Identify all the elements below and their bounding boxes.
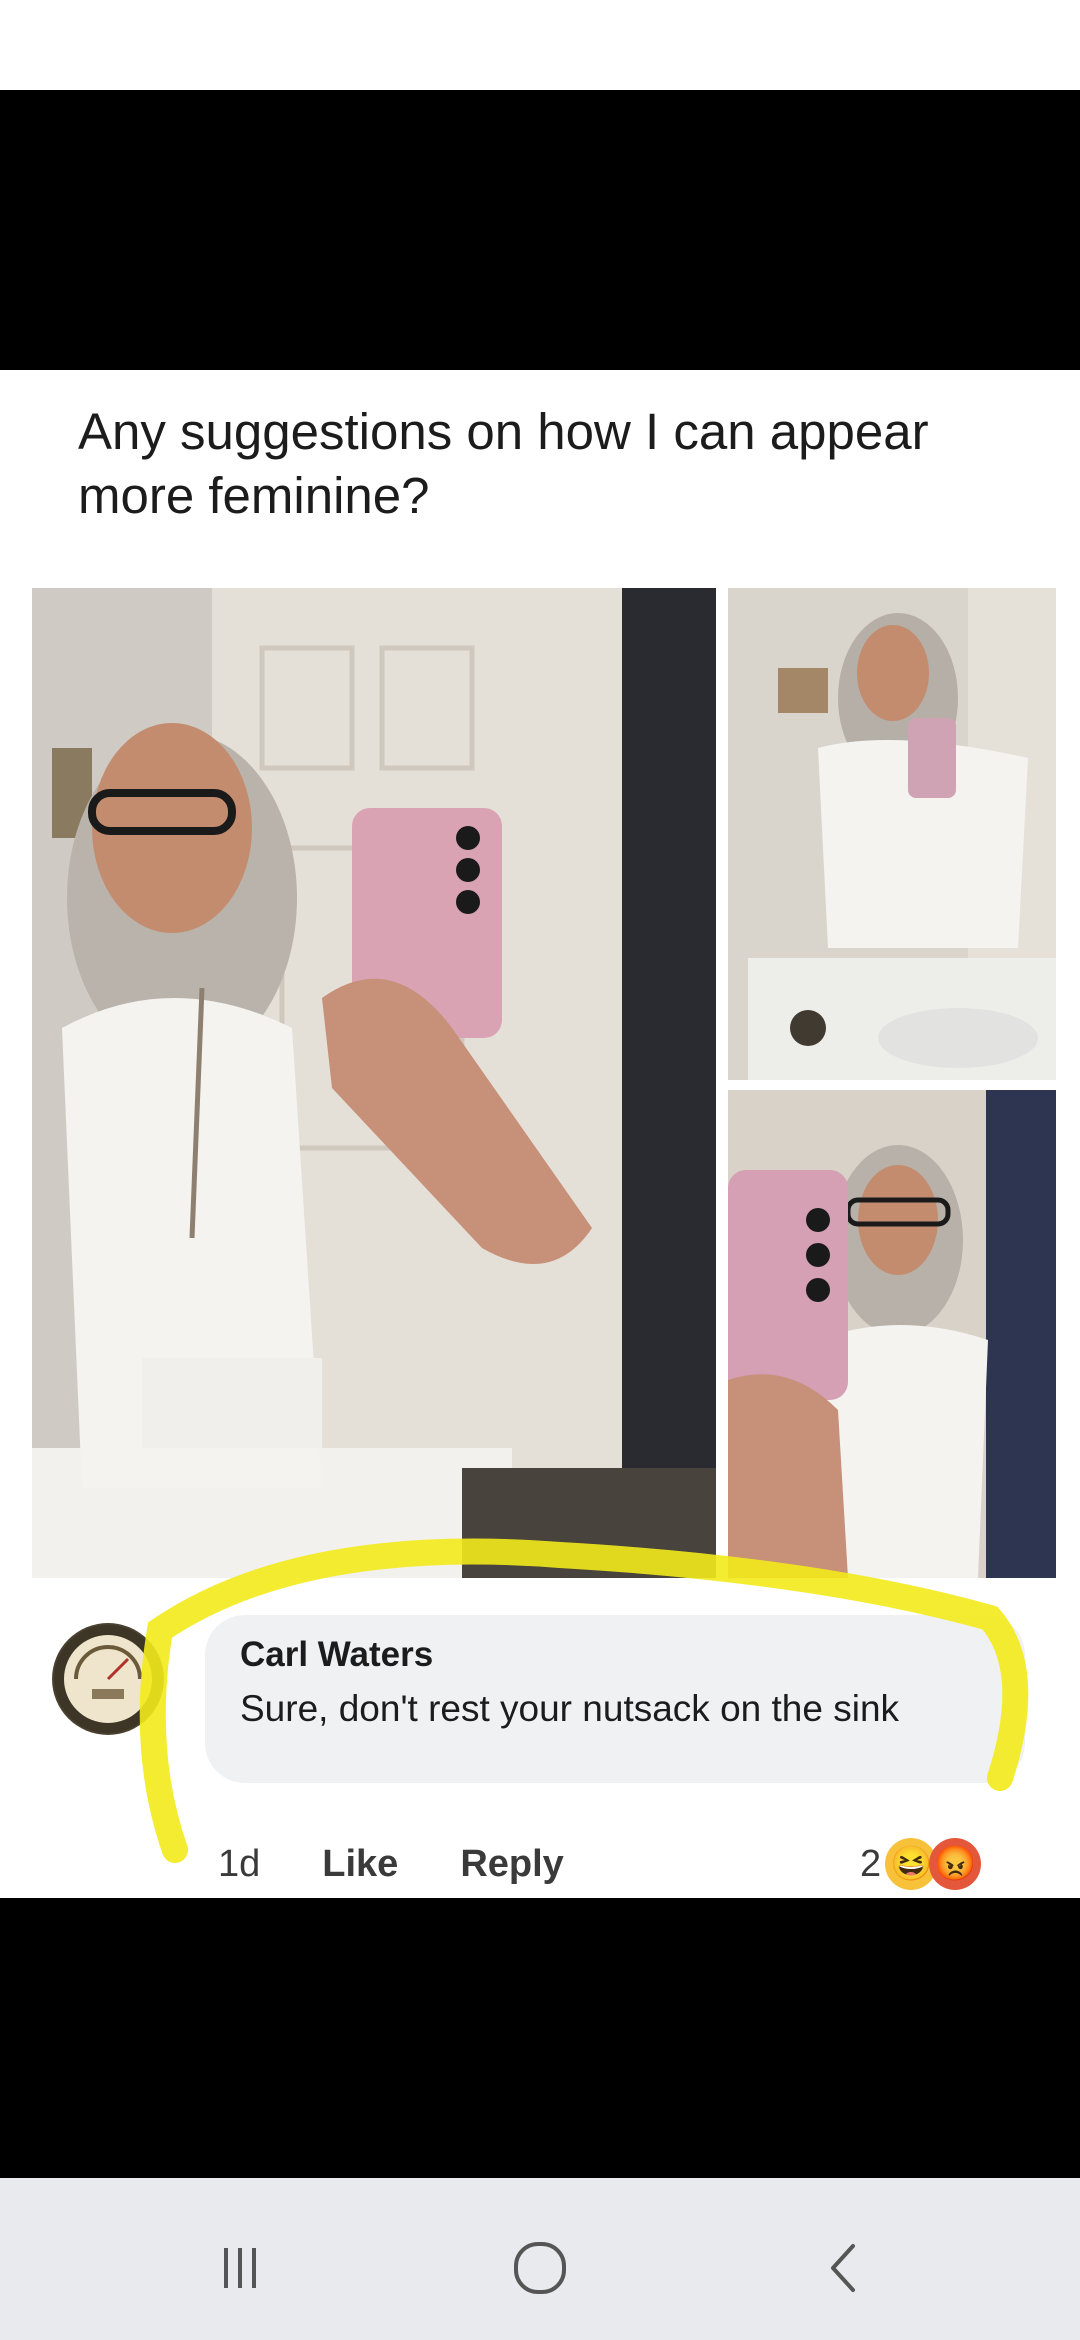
- top-letterbox: [0, 90, 1080, 370]
- comment-bubble: Carl Waters Sure, don't rest your nutsac…: [205, 1615, 1025, 1783]
- status-bar-area: [0, 0, 1080, 90]
- secondary-selfie-photo-1[interactable]: [728, 588, 1056, 1080]
- commenter-avatar[interactable]: [52, 1623, 164, 1735]
- reaction-count: 2: [860, 1842, 882, 1885]
- comment-text: Sure, don't rest your nutsack on the sin…: [240, 1688, 900, 1729]
- home-icon: [514, 2242, 566, 2294]
- angry-emoji-icon: 😡: [929, 1838, 982, 1890]
- secondary-selfie-photo-2[interactable]: [728, 1090, 1056, 1578]
- android-navigation-bar: [0, 2178, 1080, 2340]
- recent-apps-icon: [224, 2248, 256, 2288]
- comment-actions: 1d Like Reply: [218, 1843, 564, 1893]
- back-icon: [831, 2244, 855, 2292]
- reaction-summary[interactable]: 2 😆 😡: [860, 1838, 982, 1890]
- like-button[interactable]: Like: [322, 1843, 398, 1893]
- bottom-letterbox: [0, 1898, 1080, 2178]
- reply-button[interactable]: Reply: [460, 1843, 563, 1893]
- comment-author[interactable]: Carl Waters: [240, 1635, 433, 1675]
- post-question: Any suggestions on how I can appear more…: [78, 403, 929, 524]
- recent-apps-button[interactable]: [200, 2228, 280, 2308]
- post-screenshot: Any suggestions on how I can appear more…: [0, 370, 1080, 1898]
- comment-time: 1d: [218, 1843, 261, 1885]
- back-button[interactable]: [805, 2228, 885, 2308]
- main-selfie-photo[interactable]: [32, 588, 716, 1578]
- home-button[interactable]: [500, 2228, 580, 2308]
